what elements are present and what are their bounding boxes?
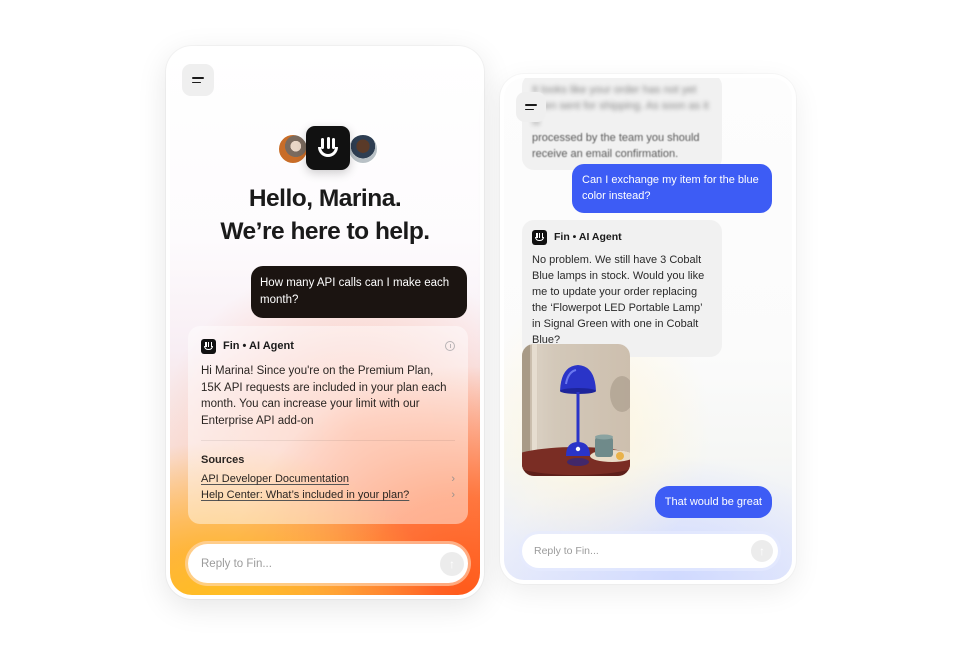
- chevron-right-icon: ›: [451, 473, 455, 485]
- lamp-illustration: [522, 344, 630, 476]
- reply-placeholder: Reply to Fin...: [534, 545, 599, 557]
- source-link-api-docs[interactable]: API Developer Documentation ›: [201, 473, 455, 485]
- fin-logo-icon: [532, 229, 547, 245]
- source-link-help-center[interactable]: Help Center: What’s included in your pla…: [201, 489, 455, 501]
- menu-icon: [192, 76, 204, 84]
- message-text-line: processed by the team you should: [532, 132, 700, 144]
- product-image[interactable]: [522, 344, 630, 476]
- messenger-panel-right: It looks like your order has not yet bee…: [500, 74, 796, 584]
- panel-background: Hello, Marina. We’re here to help. How m…: [170, 50, 480, 595]
- menu-icon: [525, 103, 537, 111]
- message-text-line: receive an email confirmation.: [532, 148, 679, 160]
- messenger-panel-left: Hello, Marina. We’re here to help. How m…: [166, 46, 484, 599]
- menu-button[interactable]: [182, 64, 214, 96]
- send-button[interactable]: ↑: [440, 551, 464, 576]
- fin-logo-icon: [201, 338, 216, 354]
- agent-name: Fin • AI Agent: [554, 231, 622, 243]
- team-avatars: [276, 126, 380, 172]
- blurred-text-line: been sent for shipping. As soon as it is: [532, 100, 709, 128]
- greeting-line-2: We’re here to help.: [220, 218, 430, 245]
- reply-input[interactable]: Reply to Fin... ↑: [188, 544, 468, 583]
- team-member-avatar: [278, 134, 308, 164]
- divider: [201, 440, 455, 441]
- greeting-heading: Hello, Marina. We’re here to help.: [170, 182, 480, 248]
- source-link-label: Help Center: What’s included in your pla…: [201, 489, 410, 501]
- chevron-right-icon: ›: [451, 489, 455, 501]
- user-message-bubble: How many API calls can I make each month…: [251, 266, 467, 318]
- source-link-label: API Developer Documentation: [201, 473, 349, 485]
- agent-header: Fin • AI Agent: [201, 338, 455, 354]
- agent-header: Fin • AI Agent: [532, 229, 712, 245]
- team-member-avatar: [348, 134, 378, 164]
- send-button[interactable]: ↑: [751, 540, 773, 562]
- reply-input[interactable]: Reply to Fin... ↑: [522, 534, 778, 568]
- sources-title: Sources: [201, 454, 245, 466]
- agent-message-text: Hi Marina! Since you're on the Premium P…: [201, 365, 447, 427]
- arrow-up-icon: ↑: [449, 556, 455, 571]
- menu-button[interactable]: [516, 92, 546, 122]
- fin-logo: [306, 126, 350, 170]
- user-message-bubble: Can I exchange my item for the blue colo…: [572, 164, 772, 213]
- reply-placeholder: Reply to Fin...: [201, 557, 272, 570]
- agent-name: Fin • AI Agent: [223, 340, 294, 352]
- agent-message-card: Fin • AI Agent No problem. We still have…: [522, 220, 722, 357]
- fin-logo-icon: [315, 136, 341, 160]
- greeting-line-1: Hello, Marina.: [248, 185, 402, 212]
- agent-message-text: No problem. We still have 3 Cobalt Blue …: [532, 254, 705, 346]
- info-icon[interactable]: [445, 341, 455, 351]
- previous-agent-message: It looks like your order has not yet bee…: [522, 78, 722, 170]
- blurred-text-line: It looks like your order has not yet: [532, 84, 697, 96]
- agent-message-card: Fin • AI Agent Hi Marina! Since you're o…: [188, 326, 468, 524]
- panel-background: It looks like your order has not yet bee…: [504, 78, 792, 580]
- arrow-up-icon: ↑: [759, 544, 765, 558]
- user-message-bubble: That would be great: [654, 486, 772, 518]
